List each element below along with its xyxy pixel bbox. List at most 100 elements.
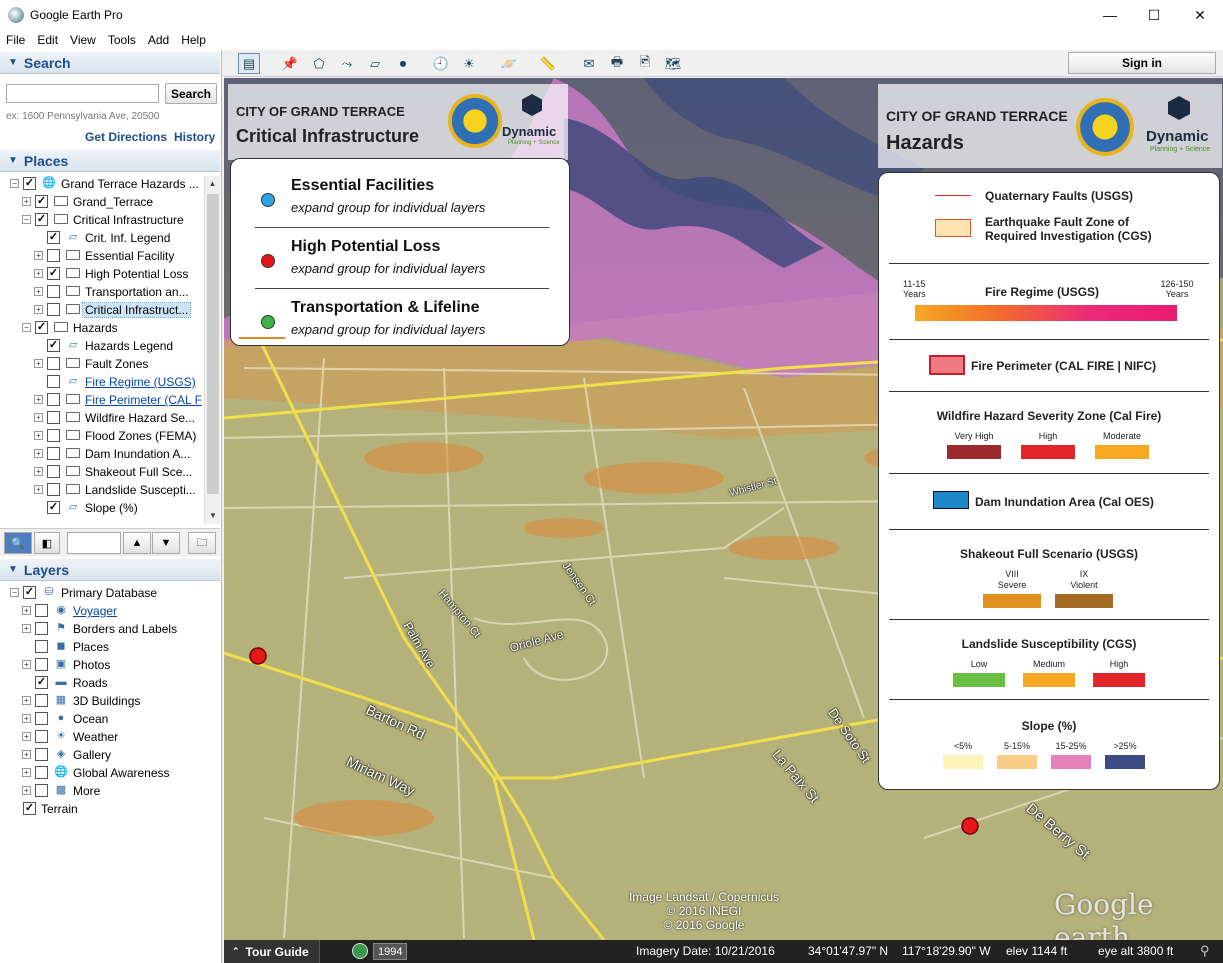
menu-tools[interactable]: Tools xyxy=(102,33,142,47)
expand-icon[interactable]: + xyxy=(34,287,43,296)
visibility-checkbox[interactable]: ✓ xyxy=(35,676,48,689)
expand-icon[interactable]: + xyxy=(34,251,43,260)
places-item[interactable]: + Shakeout Full Sce... xyxy=(0,463,204,481)
layers-item[interactable]: + ▣ Photos xyxy=(0,656,218,674)
maximize-button[interactable]: ☐ xyxy=(1131,0,1177,30)
collapse-icon[interactable]: − xyxy=(22,323,31,332)
layers-item[interactable]: + 🌐 Global Awareness xyxy=(0,764,218,782)
sidebar-toggle-button[interactable]: ▤ xyxy=(238,53,260,74)
places-item[interactable]: + Essential Facility xyxy=(0,247,204,265)
places-item[interactable]: + ✓ Grand_Terrace xyxy=(0,193,204,211)
visibility-checkbox[interactable] xyxy=(47,483,60,496)
expand-icon[interactable]: + xyxy=(22,786,31,795)
visibility-checkbox[interactable]: ✓ xyxy=(47,339,60,352)
places-item[interactable]: + Dam Inundation A... xyxy=(0,445,204,463)
add-placemark-button[interactable]: 📌 xyxy=(279,53,301,74)
layers-item[interactable]: + ● Ocean xyxy=(0,710,218,728)
expand-icon[interactable]: + xyxy=(34,449,43,458)
move-down-button[interactable]: ▼ xyxy=(152,532,180,554)
layers-item[interactable]: ◼ Places xyxy=(0,638,218,656)
add-polygon-button[interactable]: ⬠ xyxy=(308,53,330,74)
expand-icon[interactable]: + xyxy=(34,413,43,422)
scroll-thumb[interactable] xyxy=(207,194,219,494)
visibility-checkbox[interactable] xyxy=(47,465,60,478)
email-button[interactable]: ✉ xyxy=(578,53,600,74)
tour-guide-button[interactable]: ⌃ Tour Guide xyxy=(224,940,320,963)
visibility-checkbox[interactable] xyxy=(35,694,48,707)
collapse-icon[interactable]: − xyxy=(10,179,19,188)
critical-high-potential-loss-marker[interactable] xyxy=(962,818,978,834)
expand-icon[interactable]: + xyxy=(22,732,31,741)
view-in-maps-button[interactable]: 🗺 xyxy=(662,53,684,74)
visibility-checkbox[interactable] xyxy=(35,748,48,761)
scroll-up-icon[interactable]: ▲ xyxy=(205,176,220,192)
layers-item[interactable]: ✓ Terrain xyxy=(0,800,218,818)
places-filter-input[interactable] xyxy=(67,532,121,554)
scroll-down-icon[interactable]: ▼ xyxy=(205,508,221,524)
places-item[interactable]: ✓ ▱ Hazards Legend xyxy=(0,337,204,355)
expand-icon[interactable]: + xyxy=(34,269,43,278)
expand-icon[interactable]: + xyxy=(22,750,31,759)
expand-icon[interactable]: + xyxy=(34,305,43,314)
visibility-checkbox[interactable]: ✓ xyxy=(23,586,36,599)
toggle-pane-button[interactable]: ◧ xyxy=(34,532,60,554)
expand-icon[interactable]: + xyxy=(34,359,43,368)
places-item[interactable]: + Critical Infrastruct... xyxy=(0,301,204,319)
layers-item[interactable]: + ⚑ Borders and Labels xyxy=(0,620,218,638)
layers-item[interactable]: + ☀ Weather xyxy=(0,728,218,746)
expand-icon[interactable]: + xyxy=(22,714,31,723)
places-item[interactable]: ✓ ▱ Crit. Inf. Legend xyxy=(0,229,204,247)
visibility-checkbox[interactable] xyxy=(35,604,48,617)
places-item[interactable]: − ✓ 🌐 Grand Terrace Hazards ... xyxy=(0,175,204,193)
places-scrollbar[interactable]: ▲ ▼ xyxy=(204,176,220,524)
menu-edit[interactable]: Edit xyxy=(31,33,64,47)
critical-high-potential-loss-marker[interactable] xyxy=(250,648,266,664)
visibility-checkbox[interactable] xyxy=(47,447,60,460)
visibility-checkbox[interactable]: ✓ xyxy=(35,321,48,334)
places-item[interactable]: − ✓ Hazards xyxy=(0,319,204,337)
expand-icon[interactable]: + xyxy=(22,768,31,777)
visibility-checkbox[interactable] xyxy=(47,375,60,388)
visibility-checkbox[interactable] xyxy=(35,712,48,725)
layers-item[interactable]: + ◉ Voyager xyxy=(0,602,218,620)
layers-item[interactable]: + ▩ More xyxy=(0,782,218,800)
visibility-checkbox[interactable] xyxy=(47,249,60,262)
menu-file[interactable]: File xyxy=(0,33,31,47)
expand-icon[interactable]: + xyxy=(22,606,31,615)
layers-panel-header[interactable]: ▼ Layers xyxy=(0,559,220,581)
places-panel-header[interactable]: ▼ Places xyxy=(0,150,220,172)
menu-help[interactable]: Help xyxy=(175,33,212,47)
record-tour-button[interactable]: ⏺ xyxy=(392,53,414,74)
places-item[interactable]: + Landslide Suscepti... xyxy=(0,481,204,499)
search-button[interactable]: Search xyxy=(165,83,217,104)
sign-in-button[interactable]: Sign in xyxy=(1068,52,1216,74)
visibility-checkbox[interactable] xyxy=(47,411,60,424)
collapse-icon[interactable]: − xyxy=(22,215,31,224)
visibility-checkbox[interactable] xyxy=(35,766,48,779)
get-directions-link[interactable]: Get Directions xyxy=(85,130,167,144)
collapse-icon[interactable]: − xyxy=(10,588,19,597)
print-button[interactable]: 🖶 xyxy=(606,53,628,74)
historical-year-badge[interactable]: 1994 xyxy=(373,943,408,960)
switch-planet-button[interactable]: 🪐 xyxy=(498,53,520,74)
visibility-checkbox[interactable] xyxy=(35,784,48,797)
places-item[interactable]: − ✓ Critical Infrastructure xyxy=(0,211,204,229)
close-button[interactable]: ✕ xyxy=(1177,0,1223,30)
places-item[interactable]: ✓ ▱ Slope (%) xyxy=(0,499,204,517)
visibility-checkbox[interactable] xyxy=(47,285,60,298)
expand-icon[interactable]: + xyxy=(22,197,31,206)
add-folder-button[interactable]: 🗀 xyxy=(188,532,216,554)
history-link[interactable]: History xyxy=(174,130,215,144)
visibility-checkbox[interactable]: ✓ xyxy=(47,501,60,514)
visibility-checkbox[interactable]: ✓ xyxy=(35,213,48,226)
expand-icon[interactable]: + xyxy=(22,696,31,705)
places-item[interactable]: + Wildfire Hazard Se... xyxy=(0,409,204,427)
minimize-button[interactable]: — xyxy=(1087,0,1133,30)
visibility-checkbox[interactable] xyxy=(35,622,48,635)
ruler-button[interactable]: 📏 xyxy=(537,53,559,74)
visibility-checkbox[interactable]: ✓ xyxy=(23,177,36,190)
add-path-button[interactable]: ⤳ xyxy=(336,53,358,74)
visibility-checkbox[interactable] xyxy=(47,393,60,406)
map-view[interactable]: Whistler St Jensen Ct Hampton Ct Palm Av… xyxy=(224,78,1223,940)
expand-icon[interactable]: + xyxy=(34,431,43,440)
